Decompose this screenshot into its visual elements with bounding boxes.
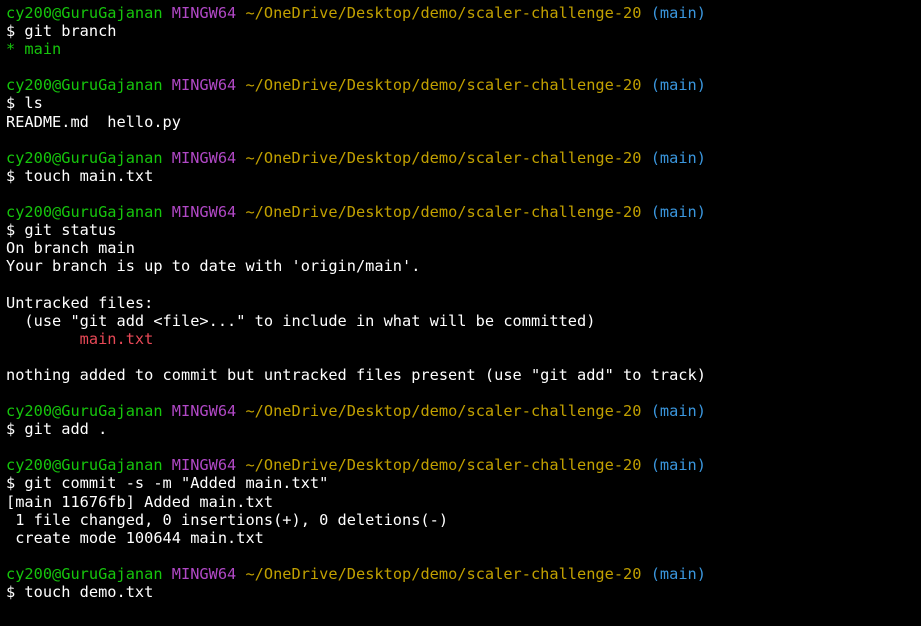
prompt-path: ~/OneDrive/Desktop/demo/scaler-challenge… [245,456,642,475]
terminal-window[interactable]: cy200@GuruGajanan MINGW64 ~/OneDrive/Des… [0,0,921,626]
prompt-path: ~/OneDrive/Desktop/demo/scaler-challenge… [245,4,642,22]
prompt-user: cy200@GuruGajanan [6,148,163,167]
prompt-line: cy200@GuruGajanan MINGW64 ~/OneDrive/Des… [6,565,921,583]
prompt-path: ~/OneDrive/Desktop/demo/scaler-challenge… [245,402,642,421]
output-line: On branch main [6,239,135,258]
prompt-branch: (main) [650,76,706,95]
output-line: (use "git add <file>..." to include in w… [6,311,596,330]
output-line: README.md hello.py [6,112,181,131]
prompt-branch: (main) [650,148,706,167]
prompt-host: MINGW64 [171,402,237,421]
prompt-line: cy200@GuruGajanan MINGW64 ~/OneDrive/Des… [6,203,921,221]
command-line: $ git commit -s -m "Added main.txt" [6,474,329,493]
prompt-branch: (main) [650,4,706,22]
prompt-host: MINGW64 [171,564,237,583]
prompt-branch: (main) [650,203,706,222]
prompt-line: cy200@GuruGajanan MINGW64 ~/OneDrive/Des… [6,402,921,420]
prompt-user: cy200@GuruGajanan [6,4,163,22]
prompt-user: cy200@GuruGajanan [6,456,163,475]
prompt-host: MINGW64 [171,148,237,167]
prompt-line: cy200@GuruGajanan MINGW64 ~/OneDrive/Des… [6,76,921,94]
output-line: nothing added to commit but untracked fi… [6,365,706,384]
prompt-user: cy200@GuruGajanan [6,402,163,421]
output-line: create mode 100644 main.txt [6,528,264,547]
output-line: * main [6,40,62,59]
output-line: [main 11676fb] Added main.txt [6,492,274,511]
prompt-line: cy200@GuruGajanan MINGW64 ~/OneDrive/Des… [6,149,921,167]
output-line: Your branch is up to date with 'origin/m… [6,257,421,276]
prompt-host: MINGW64 [171,456,237,475]
prompt-path: ~/OneDrive/Desktop/demo/scaler-challenge… [245,76,642,95]
prompt-path: ~/OneDrive/Desktop/demo/scaler-challenge… [245,203,642,222]
output-line: Untracked files: [6,293,154,312]
prompt-path: ~/OneDrive/Desktop/demo/scaler-challenge… [245,564,642,583]
command-line: $ touch main.txt [6,166,154,185]
command-line: $ git status [6,221,117,240]
prompt-user: cy200@GuruGajanan [6,203,163,222]
prompt-line: cy200@GuruGajanan MINGW64 ~/OneDrive/Des… [6,456,921,474]
untracked-file-line: main.txt [6,329,154,348]
prompt-path: ~/OneDrive/Desktop/demo/scaler-challenge… [245,148,642,167]
prompt-line: cy200@GuruGajanan MINGW64 ~/OneDrive/Des… [6,4,921,22]
output-line: 1 file changed, 0 insertions(+), 0 delet… [6,510,449,529]
prompt-host: MINGW64 [171,76,237,95]
prompt-branch: (main) [650,456,706,475]
command-line: $ touch demo.txt [6,583,154,601]
command-line: $ git branch [6,22,117,41]
prompt-user: cy200@GuruGajanan [6,76,163,95]
prompt-branch: (main) [650,564,706,583]
command-line: $ git add . [6,420,108,439]
prompt-branch: (main) [650,402,706,421]
prompt-user: cy200@GuruGajanan [6,564,163,583]
prompt-host: MINGW64 [171,203,237,222]
command-line: $ ls [6,94,43,113]
prompt-host: MINGW64 [171,4,237,22]
